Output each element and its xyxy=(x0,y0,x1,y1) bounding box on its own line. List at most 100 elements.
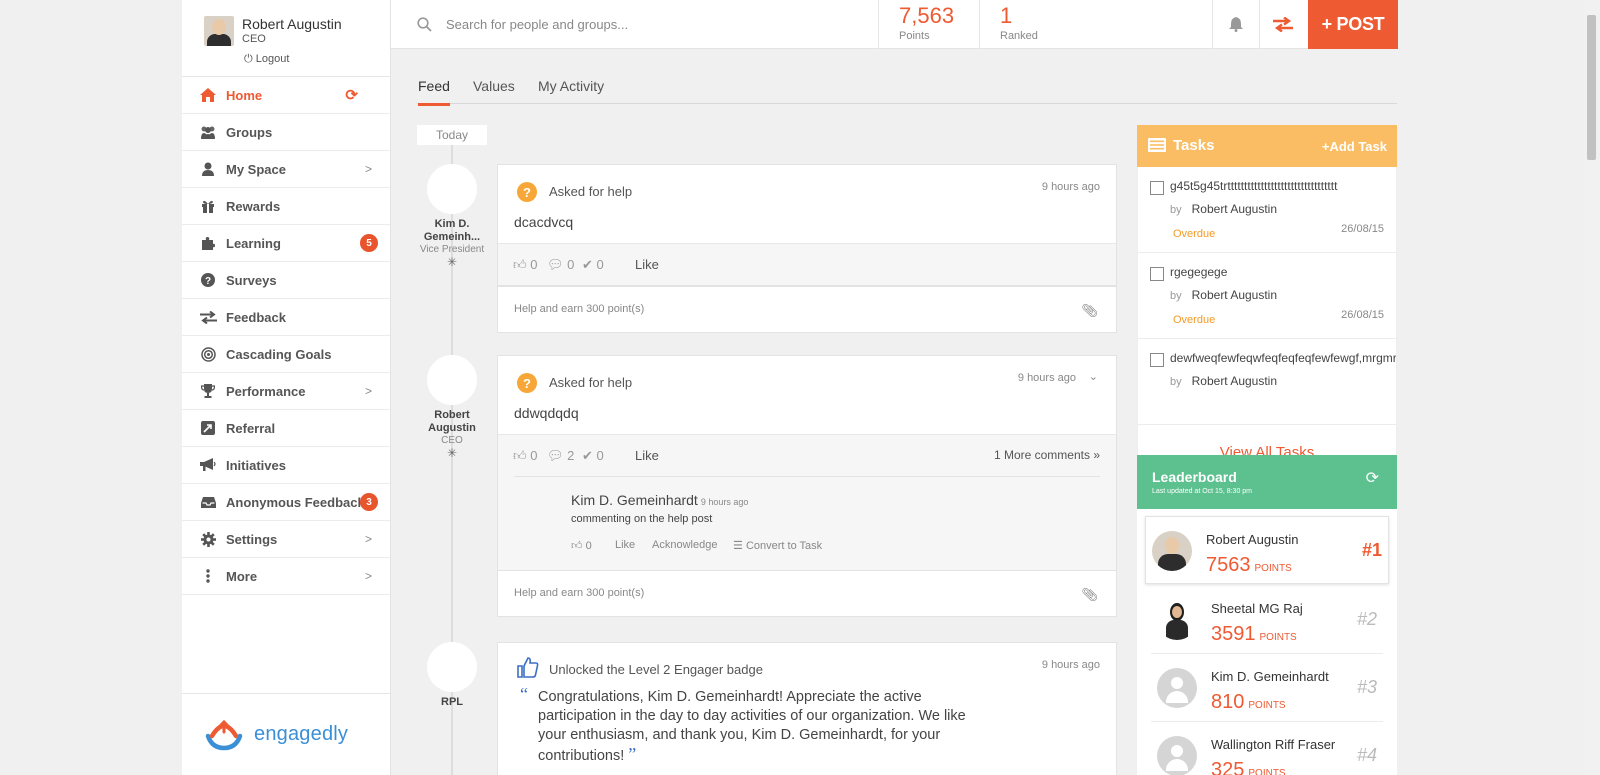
post-author[interactable]: RPL xyxy=(412,642,492,709)
avatar[interactable] xyxy=(427,164,477,214)
task-owner[interactable]: Robert Augustin xyxy=(1192,374,1277,388)
leader-name[interactable]: Wallington Riff Fraser xyxy=(1211,737,1335,752)
avatar[interactable] xyxy=(1157,668,1197,708)
comment-author[interactable]: Kim D. Gemeinhardt xyxy=(571,492,698,508)
target-icon xyxy=(198,346,218,362)
avatar[interactable] xyxy=(427,355,477,405)
switch-button[interactable] xyxy=(1259,0,1305,49)
leaderboard-row[interactable]: Robert Augustin 7563 POINTS #1 xyxy=(1145,516,1389,584)
sidebar-item-settings[interactable]: Settings > xyxy=(182,521,390,558)
search-input[interactable] xyxy=(446,12,846,36)
task-item[interactable]: dewfweqfewfeqwfeqfeqfeqfewfewgf,mrgmrg b… xyxy=(1138,339,1396,425)
acknowledge-button[interactable]: Acknowledge xyxy=(652,539,717,551)
sidebar-item-feedback[interactable]: Feedback xyxy=(182,299,390,336)
avatar[interactable] xyxy=(1152,531,1192,571)
points-stat[interactable]: 7,563 Points xyxy=(878,0,979,49)
page-scrollbar[interactable] xyxy=(1583,0,1600,775)
post-author[interactable]: Kim D. Gemeinh... Vice President ✳ xyxy=(412,164,492,269)
leaderboard-row[interactable]: Kim D. Gemeinhardt 810 POINTS #3 xyxy=(1151,654,1383,722)
post-author[interactable]: Robert Augustin CEO ✳ xyxy=(412,355,492,460)
convert-label: Convert to Task xyxy=(745,540,823,552)
tab-my-activity[interactable]: My Activity xyxy=(538,78,604,103)
task-owner[interactable]: Robert Augustin xyxy=(1192,202,1277,216)
task-item[interactable]: g45t5g45trtttttttttttttttttttttttttttttt… xyxy=(1138,167,1396,253)
chevron-down-icon[interactable]: ⌄ xyxy=(1089,370,1098,383)
sidebar-item-my-space[interactable]: My Space > xyxy=(182,151,390,188)
add-task-button[interactable]: +Add Task xyxy=(1322,139,1387,154)
comment-count[interactable]: 💬︎ 2 xyxy=(547,448,574,464)
like-button[interactable]: Like xyxy=(635,257,659,272)
avatar[interactable] xyxy=(427,642,477,692)
comment-like-button[interactable]: Like xyxy=(615,539,635,551)
leaderboard-row[interactable]: Wallington Riff Fraser 325 POINTS #4 xyxy=(1151,722,1383,775)
sidebar-item-referral[interactable]: Referral xyxy=(182,410,390,447)
task-checkbox[interactable] xyxy=(1150,181,1164,195)
tasks-icon xyxy=(1148,138,1166,157)
task-checkbox[interactable] xyxy=(1150,267,1164,281)
author-name[interactable]: RPL xyxy=(412,696,492,709)
post-button[interactable]: + POST xyxy=(1308,0,1398,49)
attachment-icon[interactable]: 📎︎ xyxy=(1081,303,1098,319)
sidebar-item-learning[interactable]: Learning 5 xyxy=(182,225,390,262)
points-label: Points xyxy=(899,30,930,42)
leader-rank: #2 xyxy=(1356,609,1377,629)
badge-message: “ Congratulations, Kim D. Gemeinhardt! A… xyxy=(498,685,1116,766)
comment-count[interactable]: 💬︎ 0 xyxy=(547,257,574,273)
leaderboard-title: Leaderboard xyxy=(1152,469,1237,485)
like-count[interactable]: 👍︎ 0 xyxy=(513,257,537,273)
refresh-icon[interactable]: ⟳ xyxy=(345,86,358,104)
more-comments-link[interactable]: 1 More comments » xyxy=(994,448,1100,462)
scrollbar-thumb[interactable] xyxy=(1587,15,1596,160)
tab-feed[interactable]: Feed xyxy=(418,78,450,106)
leader-name[interactable]: Kim D. Gemeinhardt xyxy=(1211,669,1329,684)
ranked-stat[interactable]: 1 Ranked xyxy=(979,0,1212,49)
author-name[interactable]: Kim D. Gemeinh... xyxy=(412,218,492,244)
user-icon xyxy=(198,161,218,177)
double-chevron-down-icon: » xyxy=(1093,448,1100,462)
sidebar-item-home[interactable]: Home ⟳ xyxy=(182,77,390,114)
leader-rank: #3 xyxy=(1356,677,1377,697)
sidebar-item-label: Initiatives xyxy=(226,457,286,473)
sidebar-item-rewards[interactable]: Rewards xyxy=(182,188,390,225)
avatar[interactable] xyxy=(1157,736,1197,775)
help-earn-text[interactable]: Help and earn 300 point(s) xyxy=(514,303,644,315)
sidebar-item-initiatives[interactable]: Initiatives xyxy=(182,447,390,484)
brand-logo[interactable]: engagedly xyxy=(182,693,390,775)
leader-name[interactable]: Sheetal MG Raj xyxy=(1211,601,1303,616)
ack-count[interactable]: ✔ 0 xyxy=(582,448,604,464)
task-item[interactable]: rgegegege by Robert Augustin Overdue 26/0… xyxy=(1138,253,1396,339)
like-button[interactable]: Like xyxy=(635,448,659,463)
leaderboard-row[interactable]: Sheetal MG Raj 3591 POINTS #2 xyxy=(1151,586,1383,654)
like-count[interactable]: 👍︎ 0 xyxy=(513,448,537,464)
attachment-icon[interactable]: 📎︎ xyxy=(1081,587,1098,603)
leader-name[interactable]: Robert Augustin xyxy=(1206,532,1299,547)
task-owner[interactable]: Robert Augustin xyxy=(1192,288,1277,302)
sidebar-item-surveys[interactable]: ? Surveys xyxy=(182,262,390,299)
convert-to-task-button[interactable]: ☰ Convert to Task xyxy=(733,539,822,552)
task-checkbox[interactable] xyxy=(1150,353,1164,367)
task-text[interactable]: rgegegege xyxy=(1170,265,1396,279)
help-earn-text[interactable]: Help and earn 300 point(s) xyxy=(514,587,644,599)
task-text[interactable]: g45t5g45trtttttttttttttttttttttttttttttt… xyxy=(1170,179,1396,193)
avatar[interactable] xyxy=(1157,600,1197,640)
home-icon xyxy=(198,87,218,103)
ack-count[interactable]: ✔ 0 xyxy=(582,257,604,273)
sidebar-item-groups[interactable]: Groups xyxy=(182,114,390,151)
sidebar-item-anonymous-feedback[interactable]: Anonymous Feedback 3 xyxy=(182,484,390,521)
sidebar-item-performance[interactable]: Performance > xyxy=(182,373,390,410)
refresh-icon[interactable]: ⟳ xyxy=(1366,468,1379,488)
profile-name[interactable]: Robert Augustin xyxy=(242,16,342,32)
notifications-button[interactable] xyxy=(1212,0,1258,49)
task-text[interactable]: dewfweqfewfeqwfeqfeqfeqfewfewgf,mrgmrg xyxy=(1170,351,1396,365)
sidebar-item-more[interactable]: More > xyxy=(182,558,390,595)
author-role: Vice President xyxy=(419,244,485,255)
logout-link[interactable]: ⏻ Logout xyxy=(244,53,289,66)
task-list[interactable]: g45t5g45trtttttttttttttttttttttttttttttt… xyxy=(1137,167,1397,433)
close-quote-icon: ” xyxy=(628,744,637,764)
feed-post: ? Asked for help 9 hours ago dcacdvcq 👍︎… xyxy=(497,164,1117,333)
tab-values[interactable]: Values xyxy=(473,78,515,103)
avatar[interactable] xyxy=(204,16,234,46)
sidebar-item-cascading-goals[interactable]: Cascading Goals xyxy=(182,336,390,373)
comment-like-count[interactable]: 👍︎ 0 xyxy=(571,539,592,552)
author-name[interactable]: Robert Augustin xyxy=(412,409,492,435)
